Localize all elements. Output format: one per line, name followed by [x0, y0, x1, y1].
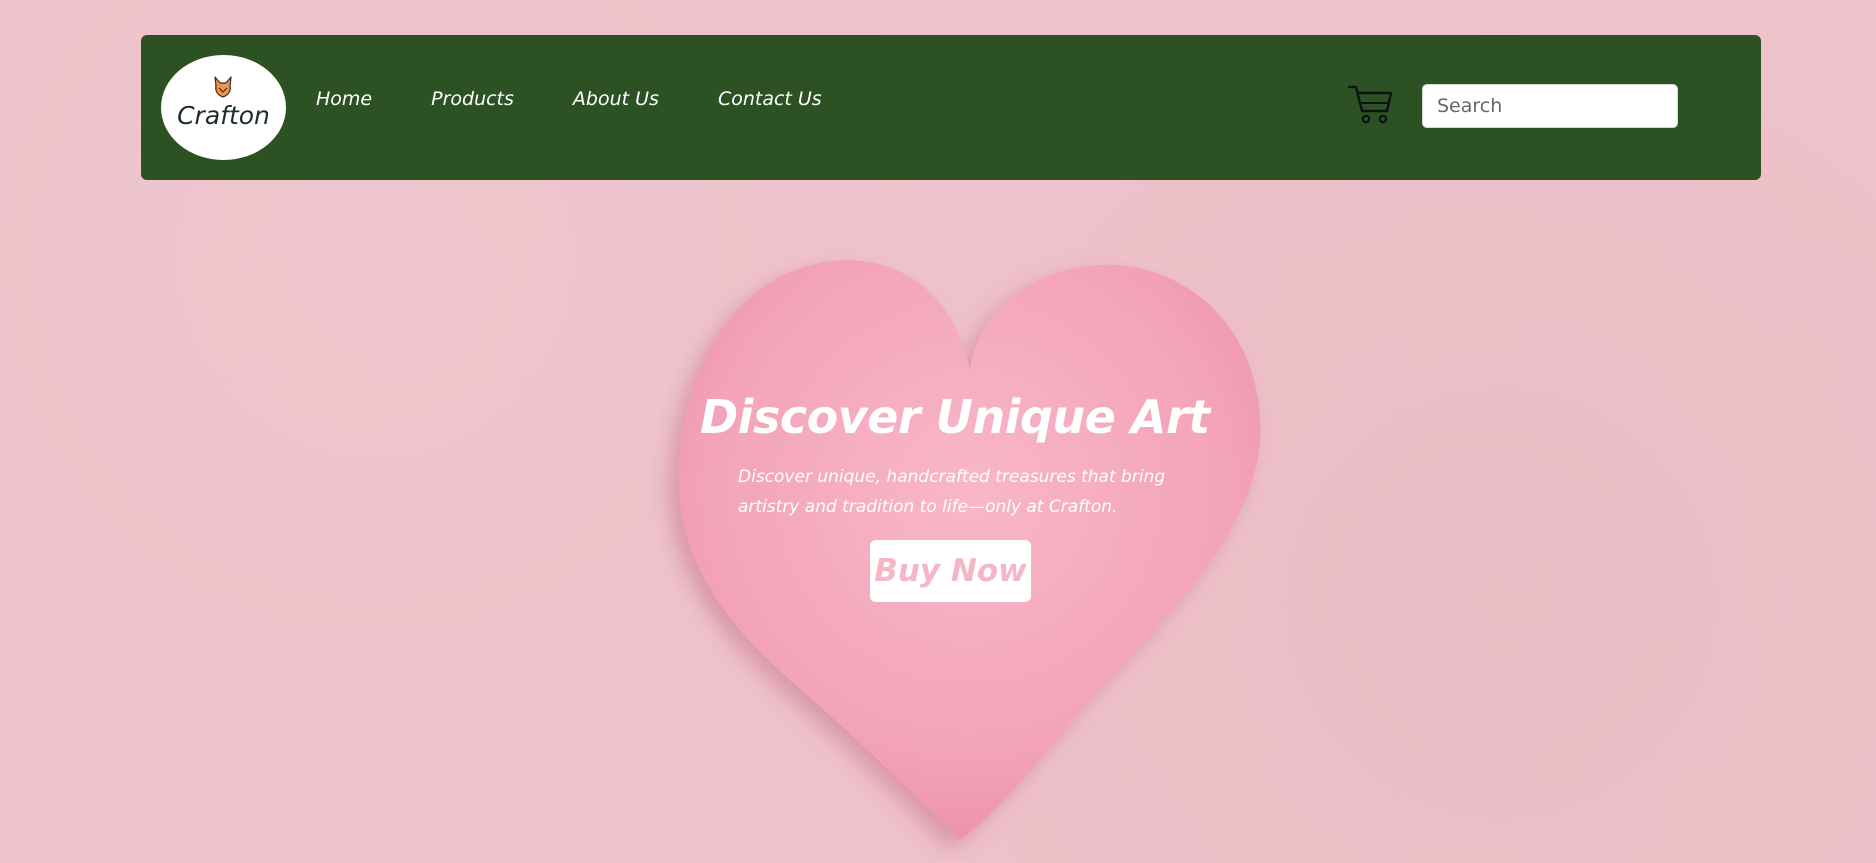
nav-link-contact-us[interactable]: Contact Us	[718, 88, 822, 110]
nav-link-home[interactable]: Home	[316, 88, 372, 110]
nav-link-products[interactable]: Products	[431, 88, 514, 110]
brand-logo[interactable]: Crafton	[161, 55, 286, 160]
fox-icon	[214, 76, 232, 98]
brand-name: Crafton	[177, 101, 270, 130]
hero-title: Discover Unique Art	[700, 390, 1210, 444]
hero-subtitle: Discover unique, handcrafted treasures t…	[738, 467, 1166, 517]
nav-link-about-us[interactable]: About Us	[573, 88, 659, 110]
buy-now-button[interactable]: Buy Now	[870, 540, 1031, 602]
top-navbar: Crafton Home Products About Us Contact U…	[141, 35, 1761, 180]
nav-menu: Home Products About Us Contact Us	[316, 88, 881, 110]
shopping-cart-icon[interactable]	[1347, 83, 1393, 125]
search-input[interactable]	[1422, 84, 1678, 128]
